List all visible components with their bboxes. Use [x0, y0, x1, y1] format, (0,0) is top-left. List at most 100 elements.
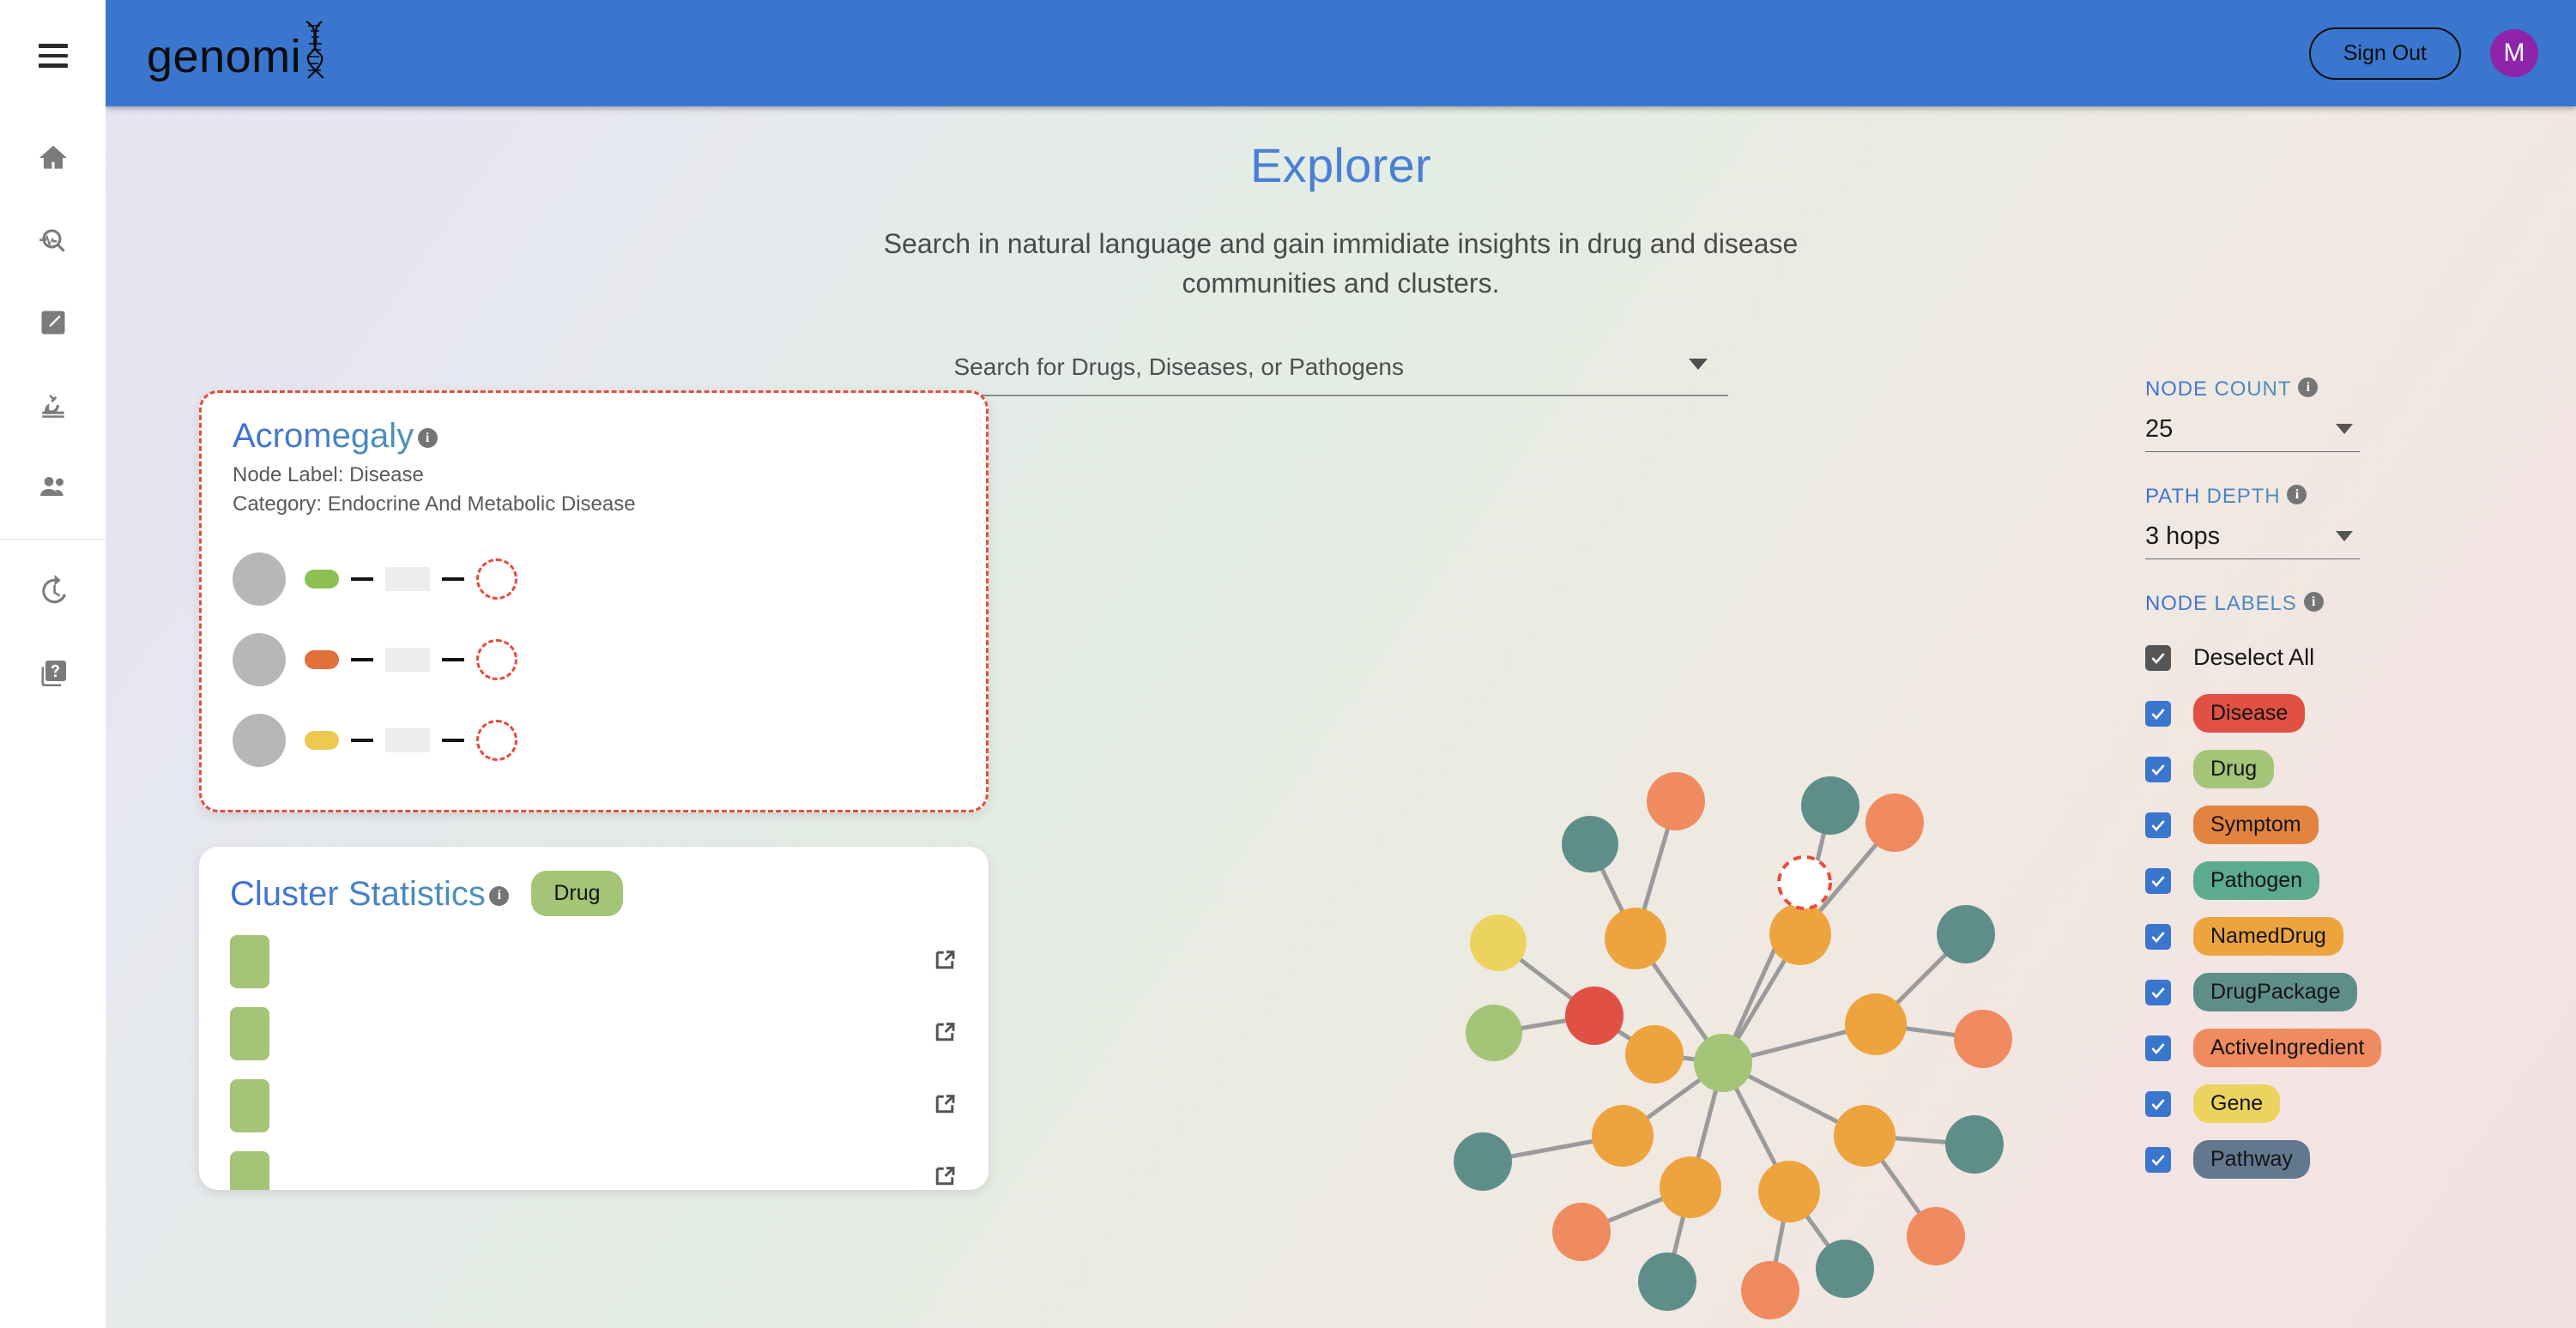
node-label-checkbox[interactable] [2145, 1146, 2171, 1173]
graph-node[interactable] [1694, 1034, 1752, 1092]
graph-node[interactable] [1592, 1105, 1654, 1167]
node-label-checkbox[interactable] [2145, 979, 2171, 1005]
node-labels-control: NODE LABELS i Deselect All Disease Drug Sy… [2145, 592, 2471, 1187]
cluster-row[interactable] [230, 935, 958, 988]
relationship-node-label[interactable] [305, 731, 339, 750]
relationship-rows [233, 539, 955, 781]
graph-node[interactable] [1647, 772, 1705, 830]
sidebar-item-help[interactable] [0, 634, 106, 716]
cluster-row[interactable] [230, 1007, 958, 1060]
node-label-row[interactable]: Pathogen [2145, 853, 2471, 908]
sidebar-divider [0, 539, 106, 540]
graph-node[interactable] [1454, 1132, 1512, 1191]
sidebar-item-home[interactable] [0, 118, 106, 201]
graph-focus-node[interactable] [1777, 855, 1832, 910]
node-label-chip[interactable]: DrugPackage [2193, 973, 2358, 1011]
cluster-type-chip[interactable]: Drug [531, 871, 623, 916]
cluster-row[interactable] [230, 1079, 958, 1132]
cluster-row[interactable] [230, 1151, 958, 1190]
deselect-all-checkbox[interactable] [2145, 644, 2171, 671]
sidebar-item-community[interactable] [0, 448, 106, 530]
node-label-row[interactable]: Symptom [2145, 797, 2471, 853]
node-count-select[interactable]: 25 [2145, 413, 2360, 452]
node-label-row[interactable]: Gene [2145, 1076, 2471, 1132]
node-label-chip[interactable]: Drug [2193, 750, 2275, 788]
network-graph[interactable] [1418, 758, 2071, 1319]
graph-node[interactable] [1954, 1010, 2012, 1068]
cluster-statistics-card: Cluster Statistics i Drug [199, 847, 989, 1190]
graph-node[interactable] [1801, 776, 1859, 835]
hamburger-menu-icon[interactable] [33, 36, 73, 75]
node-label-chip[interactable]: Symptom [2193, 806, 2319, 844]
graph-node[interactable] [1552, 1203, 1611, 1261]
graph-node[interactable] [1845, 993, 1907, 1055]
node-label-row[interactable]: Drug [2145, 741, 2471, 797]
node-label-row[interactable]: ActiveIngredient [2145, 1020, 2471, 1076]
relationship-type [385, 567, 430, 591]
node-label-checkbox[interactable] [2145, 812, 2171, 838]
brand-logo[interactable]: genomi [147, 21, 327, 80]
node-label-chip[interactable]: Pathogen [2193, 861, 2320, 900]
node-label-checkbox[interactable] [2145, 867, 2171, 894]
graph-node[interactable] [1741, 1261, 1799, 1319]
graph-node[interactable] [1625, 1025, 1684, 1084]
graph-node[interactable] [1769, 903, 1831, 965]
node-label-row[interactable]: DrugPackage [2145, 964, 2471, 1020]
node-label-row[interactable]: NamedDrug [2145, 908, 2471, 964]
sidebar-item-explorer[interactable] [0, 201, 106, 283]
info-icon[interactable]: i [489, 885, 510, 906]
chevron-down-icon[interactable] [2336, 424, 2353, 434]
sidebar-item-notes[interactable] [0, 283, 106, 365]
graph-node[interactable] [1562, 816, 1618, 872]
graph-node[interactable] [1565, 987, 1624, 1045]
info-icon[interactable]: i [2303, 592, 2324, 612]
node-label-checkbox[interactable] [2145, 1035, 2171, 1061]
node-summary-card: Acromegaly i Node Label: Disease Categor… [199, 390, 989, 812]
graph-node[interactable] [1816, 1240, 1874, 1298]
graph-node[interactable] [1758, 1161, 1820, 1222]
graph-node[interactable] [1834, 1105, 1896, 1167]
info-icon[interactable]: i [417, 428, 438, 449]
graph-node[interactable] [1466, 1005, 1522, 1061]
avatar[interactable]: M [2490, 29, 2538, 77]
node-label-checkbox[interactable] [2145, 923, 2171, 950]
graph-node[interactable] [1638, 1253, 1696, 1311]
graph-node[interactable] [1945, 1115, 2004, 1174]
graph-node[interactable] [1907, 1207, 1965, 1265]
graph-node[interactable] [1660, 1156, 1721, 1218]
node-label-row[interactable]: Pathway [2145, 1132, 2471, 1187]
node-label-checkbox[interactable] [2145, 756, 2171, 782]
deselect-all-row[interactable]: Deselect All [2145, 630, 2471, 685]
sidebar-item-research[interactable] [0, 365, 106, 448]
node-label-chip[interactable]: ActiveIngredient [2193, 1029, 2382, 1067]
chevron-down-icon[interactable] [1688, 358, 1708, 370]
sidebar-item-history[interactable] [0, 552, 106, 634]
path-depth-select[interactable]: 3 hops [2145, 521, 2360, 559]
node-count-value: 25 [2145, 415, 2174, 443]
node-label-checkbox[interactable] [2145, 1090, 2171, 1117]
external-link-icon[interactable] [932, 1091, 958, 1121]
deselect-all-label: Deselect All [2193, 644, 2315, 670]
relationship-node-label[interactable] [305, 650, 339, 669]
info-icon[interactable]: i [2287, 485, 2307, 504]
node-label-checkbox[interactable] [2145, 700, 2171, 727]
node-label-chip[interactable]: Disease [2193, 694, 2306, 733]
cluster-count-badge [230, 935, 269, 988]
external-link-icon[interactable] [932, 1019, 958, 1049]
chevron-down-icon[interactable] [2336, 531, 2353, 541]
external-link-icon[interactable] [932, 947, 958, 977]
node-label-row[interactable]: Disease [2145, 685, 2471, 741]
graph-node[interactable] [1605, 908, 1666, 969]
graph-node[interactable] [1470, 915, 1527, 971]
graph-node[interactable] [1937, 905, 1995, 963]
node-label-chip[interactable]: Pathway [2193, 1140, 2310, 1179]
info-icon[interactable]: i [2298, 377, 2319, 397]
dna-helix-icon [298, 21, 327, 80]
sign-out-button[interactable]: Sign Out [2308, 27, 2461, 80]
search-input[interactable]: Search for Drugs, Diseases, or Pathogens [953, 350, 1728, 396]
external-link-icon[interactable] [932, 1163, 958, 1191]
node-label-chip[interactable]: Gene [2193, 1084, 2281, 1123]
graph-node[interactable] [1865, 794, 1924, 852]
relationship-node-label[interactable] [305, 570, 339, 589]
node-label-chip[interactable]: NamedDrug [2193, 917, 2343, 956]
